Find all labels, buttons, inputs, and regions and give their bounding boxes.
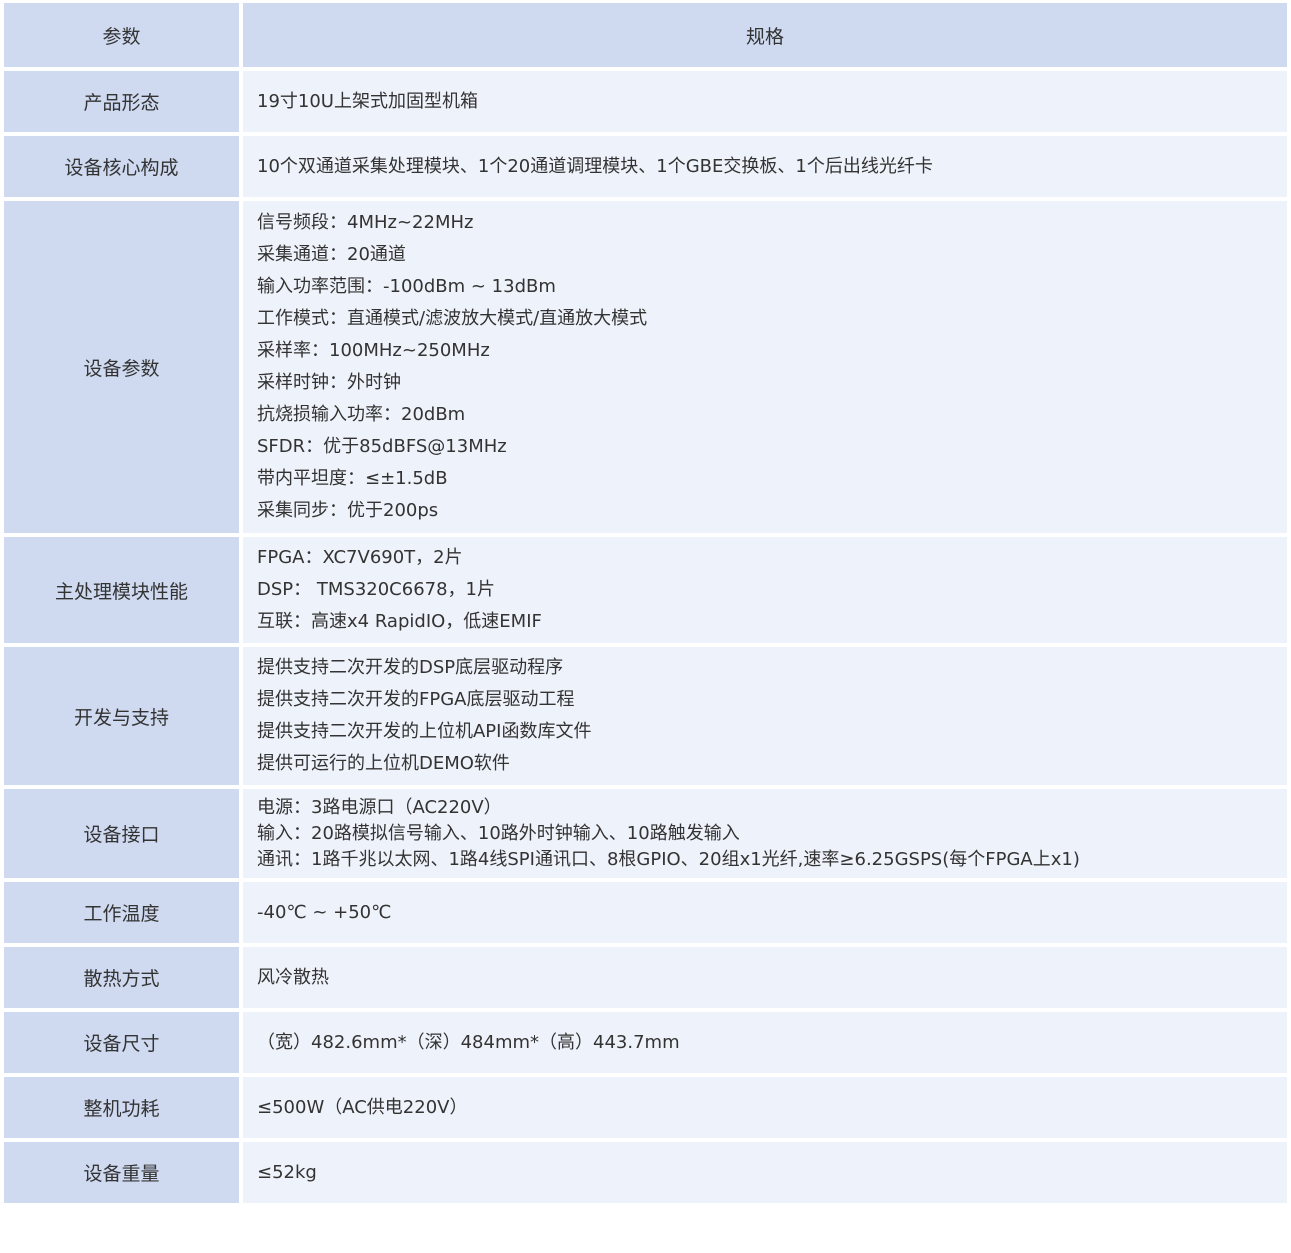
- spec-line: 提供支持二次开发的DSP底层驱动程序: [257, 657, 564, 678]
- spec-line: 输入功率范围：-100dBm ~ 13dBm: [257, 276, 556, 297]
- spec-cell: 提供支持二次开发的DSP底层驱动程序 提供支持二次开发的FPGA底层驱动工程 提…: [243, 647, 1287, 789]
- spec-cell: 10个双通道采集处理模块、1个20通道调理模块、1个GBE交换板、1个后出线光纤…: [243, 136, 1287, 201]
- spec-cell: FPGA：XC7V690T，2片 DSP： TMS320C6678，1片 互联：…: [243, 537, 1287, 647]
- table-row: 整机功耗 ≤500W（AC供电220V）: [4, 1077, 1287, 1142]
- spec-line: 采集通道：20通道: [257, 244, 406, 265]
- table-row: 设备参数 信号频段：4MHz~22MHz 采集通道：20通道 输入功率范围：-1…: [4, 201, 1287, 537]
- spec-cell: 风冷散热: [243, 947, 1287, 1012]
- spec-cell: ≤500W（AC供电220V）: [243, 1077, 1287, 1142]
- spec-line: 提供支持二次开发的上位机API函数库文件: [257, 721, 592, 742]
- spec-line: 提供支持二次开发的FPGA底层驱动工程: [257, 689, 575, 710]
- spec-line: -40℃ ~ +50℃: [257, 901, 392, 923]
- spec-cell: 19寸10U上架式加固型机箱: [243, 71, 1287, 136]
- param-cell: 散热方式: [4, 947, 243, 1012]
- spec-line: 带内平坦度：≤±1.5dB: [257, 468, 448, 489]
- spec-cell: ≤52kg: [243, 1142, 1287, 1207]
- spec-line: 输入：20路模拟信号输入、10路外时钟输入、10路触发输入: [257, 822, 740, 844]
- param-cell: 设备尺寸: [4, 1012, 243, 1077]
- spec-line: 采样时钟：外时钟: [257, 372, 401, 393]
- table-row: 开发与支持 提供支持二次开发的DSP底层驱动程序 提供支持二次开发的FPGA底层…: [4, 647, 1287, 789]
- spec-line: 工作模式：直通模式/滤波放大模式/直通放大模式: [257, 308, 648, 329]
- spec-cell: 信号频段：4MHz~22MHz 采集通道：20通道 输入功率范围：-100dBm…: [243, 201, 1287, 537]
- table-row: 主处理模块性能 FPGA：XC7V690T，2片 DSP： TMS320C667…: [4, 537, 1287, 647]
- table-row: 设备尺寸 （宽）482.6mm*（深）484mm*（高）443.7mm: [4, 1012, 1287, 1077]
- header-param: 参数: [4, 3, 243, 71]
- param-cell: 设备接口: [4, 789, 243, 882]
- spec-line: 通讯：1路千兆以太网、1路4线SPI通讯口、8根GPIO、20组x1光纤,速率≥…: [257, 848, 1080, 870]
- param-cell: 开发与支持: [4, 647, 243, 789]
- table-row: 设备接口 电源：3路电源口（AC220V） 输入：20路模拟信号输入、10路外时…: [4, 789, 1287, 882]
- spec-cell: （宽）482.6mm*（深）484mm*（高）443.7mm: [243, 1012, 1287, 1077]
- param-cell: 主处理模块性能: [4, 537, 243, 647]
- spec-line: 10个双通道采集处理模块、1个20通道调理模块、1个GBE交换板、1个后出线光纤…: [257, 155, 933, 177]
- spec-line: 采样率：100MHz~250MHz: [257, 340, 490, 361]
- table-row: 设备核心构成 10个双通道采集处理模块、1个20通道调理模块、1个GBE交换板、…: [4, 136, 1287, 201]
- spec-line: 提供可运行的上位机DEMO软件: [257, 753, 510, 774]
- spec-line: 采集同步：优于200ps: [257, 500, 439, 521]
- spec-line: ≤500W（AC供电220V）: [257, 1096, 468, 1118]
- param-cell: 设备核心构成: [4, 136, 243, 201]
- header-spec: 规格: [243, 3, 1287, 71]
- spec-line: 信号频段：4MHz~22MHz: [257, 212, 474, 233]
- spec-line: DSP： TMS320C6678，1片: [257, 579, 495, 600]
- spec-line: 电源：3路电源口（AC220V）: [257, 796, 502, 818]
- table-row: 工作温度 -40℃ ~ +50℃: [4, 882, 1287, 947]
- spec-line: （宽）482.6mm*（深）484mm*（高）443.7mm: [257, 1031, 680, 1053]
- spec-cell: 电源：3路电源口（AC220V） 输入：20路模拟信号输入、10路外时钟输入、1…: [243, 789, 1287, 882]
- spec-line: 互联：高速x4 RapidIO，低速EMIF: [257, 611, 542, 632]
- spec-line: 风冷散热: [257, 966, 329, 988]
- param-cell: 整机功耗: [4, 1077, 243, 1142]
- param-cell: 设备参数: [4, 201, 243, 537]
- param-cell: 产品形态: [4, 71, 243, 136]
- table-row: 散热方式 风冷散热: [4, 947, 1287, 1012]
- spec-line: FPGA：XC7V690T，2片: [257, 547, 463, 568]
- table-header-row: 参数 规格: [4, 3, 1287, 71]
- table-row: 产品形态 19寸10U上架式加固型机箱: [4, 71, 1287, 136]
- spec-cell: -40℃ ~ +50℃: [243, 882, 1287, 947]
- param-cell: 工作温度: [4, 882, 243, 947]
- table-row: 设备重量 ≤52kg: [4, 1142, 1287, 1207]
- spec-table: 参数 规格 产品形态 19寸10U上架式加固型机箱 设备核心构成 10个双通道采…: [4, 3, 1287, 1207]
- spec-line: 抗烧损输入功率：20dBm: [257, 404, 466, 425]
- spec-line: SFDR：优于85dBFS@13MHz: [257, 436, 507, 457]
- param-cell: 设备重量: [4, 1142, 243, 1207]
- spec-line: ≤52kg: [257, 1161, 317, 1183]
- spec-line: 19寸10U上架式加固型机箱: [257, 90, 478, 112]
